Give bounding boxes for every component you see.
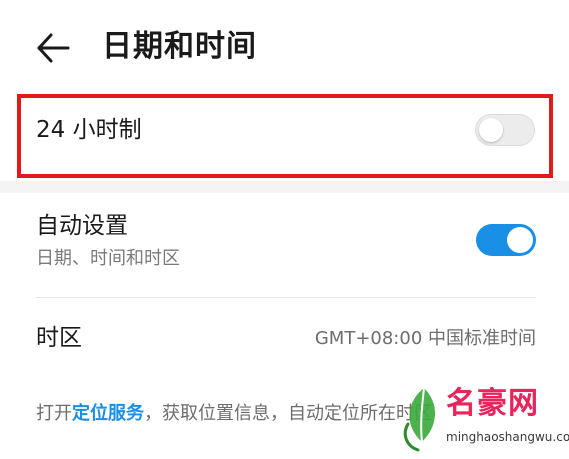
watermark-url: minghaoshangwu.com <box>446 430 569 444</box>
header: 日期和时间 <box>0 0 569 92</box>
location-service-link[interactable]: 定位服务 <box>72 403 144 424</box>
date-time-settings-page: 日期和时间 24 小时制 自动设置 日期、时间和时区 时区 GMT+08:00 … <box>0 0 569 459</box>
watermark-name: 名豪网 <box>446 386 539 421</box>
watermark: 名豪网 minghaoshangwu.com <box>398 380 569 456</box>
arrow-left-icon <box>37 33 70 63</box>
toggle-knob <box>479 118 503 142</box>
hour24-toggle[interactable] <box>475 114 535 146</box>
note-prefix: 打开 <box>36 403 72 424</box>
page-title: 日期和时间 <box>102 29 257 64</box>
timezone-value[interactable]: GMT+08:00 中国标准时间 <box>315 325 536 353</box>
divider <box>36 297 536 298</box>
note-suffix: ，获取位置信息，自动定位所在时区 <box>144 403 432 424</box>
toggle-knob <box>507 227 533 253</box>
leaf-logo-icon <box>403 387 436 452</box>
section-separator <box>0 181 569 193</box>
auto-setting-title: 自动设置 <box>36 213 128 239</box>
auto-setting-subtitle: 日期、时间和时区 <box>36 248 180 269</box>
hour24-label: 24 小时制 <box>36 117 142 143</box>
back-button[interactable] <box>30 26 74 70</box>
auto-setting-toggle[interactable] <box>476 224 536 256</box>
timezone-label[interactable]: 时区 <box>36 322 82 354</box>
